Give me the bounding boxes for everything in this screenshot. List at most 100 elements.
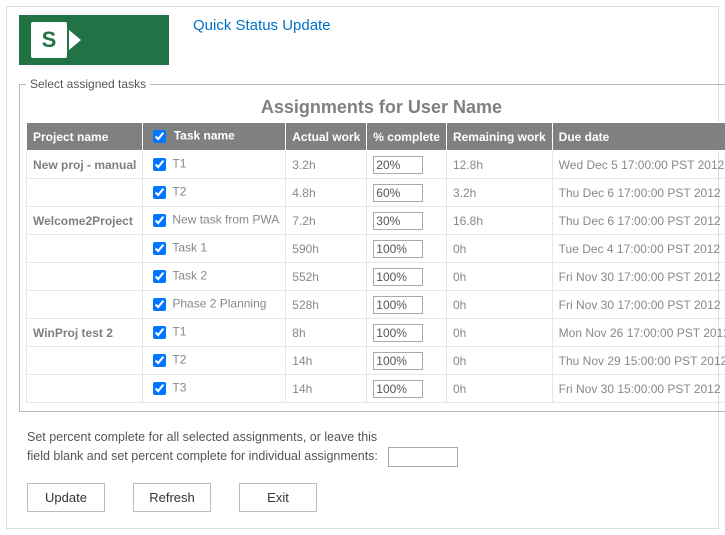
cell-task: New task from PWA	[143, 207, 286, 235]
task-name-label: Task 2	[172, 269, 207, 283]
cell-percent	[367, 263, 447, 291]
cell-due: Fri Nov 30 17:00:00 PST 2012	[552, 291, 725, 319]
cell-remaining: 0h	[446, 347, 552, 375]
bulk-percent-input[interactable]	[388, 447, 458, 467]
cell-remaining: 0h	[446, 375, 552, 403]
cell-due: Wed Dec 5 17:00:00 PST 2012	[552, 151, 725, 179]
cell-due: Thu Nov 29 15:00:00 PST 2012	[552, 347, 725, 375]
cell-percent	[367, 179, 447, 207]
percent-input[interactable]	[373, 296, 423, 314]
row-checkbox[interactable]	[153, 186, 166, 199]
cell-remaining: 3.2h	[446, 179, 552, 207]
cell-project	[27, 375, 143, 403]
table-row: Task 2 552h 0hFri Nov 30 17:00:00 PST 2012	[27, 263, 725, 291]
col-header-task-label: Task name	[174, 129, 235, 143]
table-row: Phase 2 Planning528h0hFri Nov 30 17:00:0…	[27, 291, 725, 319]
cell-actual: 14h	[286, 347, 367, 375]
cell-remaining: 0h	[446, 235, 552, 263]
footer-text: Set percent complete for all selected as…	[27, 428, 698, 467]
cell-project: New proj - manual	[27, 151, 143, 179]
sharepoint-logo-icon: S	[31, 22, 67, 58]
cell-actual: 552h	[286, 263, 367, 291]
cell-project	[27, 291, 143, 319]
cell-task: T2	[143, 179, 286, 207]
table-row: WinProj test 2T18h0hMon Nov 26 17:00:00 …	[27, 319, 725, 347]
tasks-fieldset: Select assigned tasks Assignments for Us…	[19, 77, 725, 412]
exit-button[interactable]: Exit	[239, 483, 317, 512]
cell-due: Tue Dec 4 17:00:00 PST 2012	[552, 235, 725, 263]
footer-line2: field blank and set percent complete for…	[27, 447, 378, 466]
task-name-label: T1	[172, 157, 186, 171]
row-checkbox[interactable]	[153, 242, 166, 255]
cell-actual: 7.2h	[286, 207, 367, 235]
row-checkbox[interactable]	[153, 270, 166, 283]
cell-actual: 3.2h	[286, 151, 367, 179]
col-header-due[interactable]: Due date	[552, 123, 725, 151]
col-header-project[interactable]: Project name	[27, 123, 143, 151]
task-name-label: T1	[172, 325, 186, 339]
cell-task: T1	[143, 319, 286, 347]
cell-remaining: 0h	[446, 263, 552, 291]
row-checkbox[interactable]	[153, 214, 166, 227]
cell-remaining: 0h	[446, 319, 552, 347]
select-all-checkbox[interactable]	[153, 130, 166, 143]
table-row: Task 1 590h 0hTue Dec 4 17:00:00 PST 2012	[27, 235, 725, 263]
col-header-task[interactable]: Task name	[143, 123, 286, 151]
cell-percent	[367, 235, 447, 263]
col-header-remaining[interactable]: Remaining work	[446, 123, 552, 151]
page-title-link[interactable]: Quick Status Update	[193, 17, 331, 34]
cell-task: T3	[143, 375, 286, 403]
percent-input[interactable]	[373, 352, 423, 370]
update-button[interactable]: Update	[27, 483, 105, 512]
cell-actual: 14h	[286, 375, 367, 403]
col-header-percent[interactable]: % complete	[367, 123, 447, 151]
task-name-label: Task 1	[172, 241, 207, 255]
cell-project	[27, 235, 143, 263]
page-frame: S Quick Status Update Select assigned ta…	[6, 6, 719, 529]
table-header-row: Project name Task name Actual work % com…	[27, 123, 725, 151]
cell-project	[27, 263, 143, 291]
task-name-label: T3	[172, 381, 186, 395]
header: S Quick Status Update	[19, 15, 706, 65]
button-row: Update Refresh Exit	[27, 483, 698, 512]
percent-input[interactable]	[373, 380, 423, 398]
row-checkbox[interactable]	[153, 158, 166, 171]
row-checkbox[interactable]	[153, 382, 166, 395]
assignments-title: Assignments for User Name	[26, 97, 725, 118]
task-name-label: T2	[172, 353, 186, 367]
percent-input[interactable]	[373, 268, 423, 286]
cell-due: Fri Nov 30 17:00:00 PST 2012	[552, 263, 725, 291]
percent-input[interactable]	[373, 156, 423, 174]
percent-input[interactable]	[373, 184, 423, 202]
percent-input[interactable]	[373, 240, 423, 258]
row-checkbox[interactable]	[153, 326, 166, 339]
cell-task: Task 2	[143, 263, 286, 291]
cell-due: Mon Nov 26 17:00:00 PST 2012	[552, 319, 725, 347]
cell-actual: 590h	[286, 235, 367, 263]
cell-remaining: 16.8h	[446, 207, 552, 235]
table-row: T24.8h3.2hThu Dec 6 17:00:00 PST 2012	[27, 179, 725, 207]
row-checkbox[interactable]	[153, 298, 166, 311]
table-row: New proj - manualT13.2h12.8hWed Dec 5 17…	[27, 151, 725, 179]
table-row: T3 14h 0hFri Nov 30 15:00:00 PST 2012	[27, 375, 725, 403]
cell-project: Welcome2Project	[27, 207, 143, 235]
cell-due: Fri Nov 30 15:00:00 PST 2012	[552, 375, 725, 403]
cell-percent	[367, 319, 447, 347]
col-header-actual[interactable]: Actual work	[286, 123, 367, 151]
tasks-legend: Select assigned tasks	[26, 77, 150, 91]
task-name-label: New task from PWA	[172, 213, 279, 227]
table-row: T2 14h 0hThu Nov 29 15:00:00 PST 2012	[27, 347, 725, 375]
cell-percent	[367, 207, 447, 235]
cell-task: T2	[143, 347, 286, 375]
percent-input[interactable]	[373, 324, 423, 342]
cell-project	[27, 179, 143, 207]
row-checkbox[interactable]	[153, 354, 166, 367]
percent-input[interactable]	[373, 212, 423, 230]
table-row: Welcome2Project New task from PWA 7.2h 16.8…	[27, 207, 725, 235]
cell-project: WinProj test 2	[27, 319, 143, 347]
cell-actual: 528h	[286, 291, 367, 319]
refresh-button[interactable]: Refresh	[133, 483, 211, 512]
cell-due: Thu Dec 6 17:00:00 PST 2012	[552, 179, 725, 207]
cell-percent	[367, 151, 447, 179]
cell-task: Task 1	[143, 235, 286, 263]
